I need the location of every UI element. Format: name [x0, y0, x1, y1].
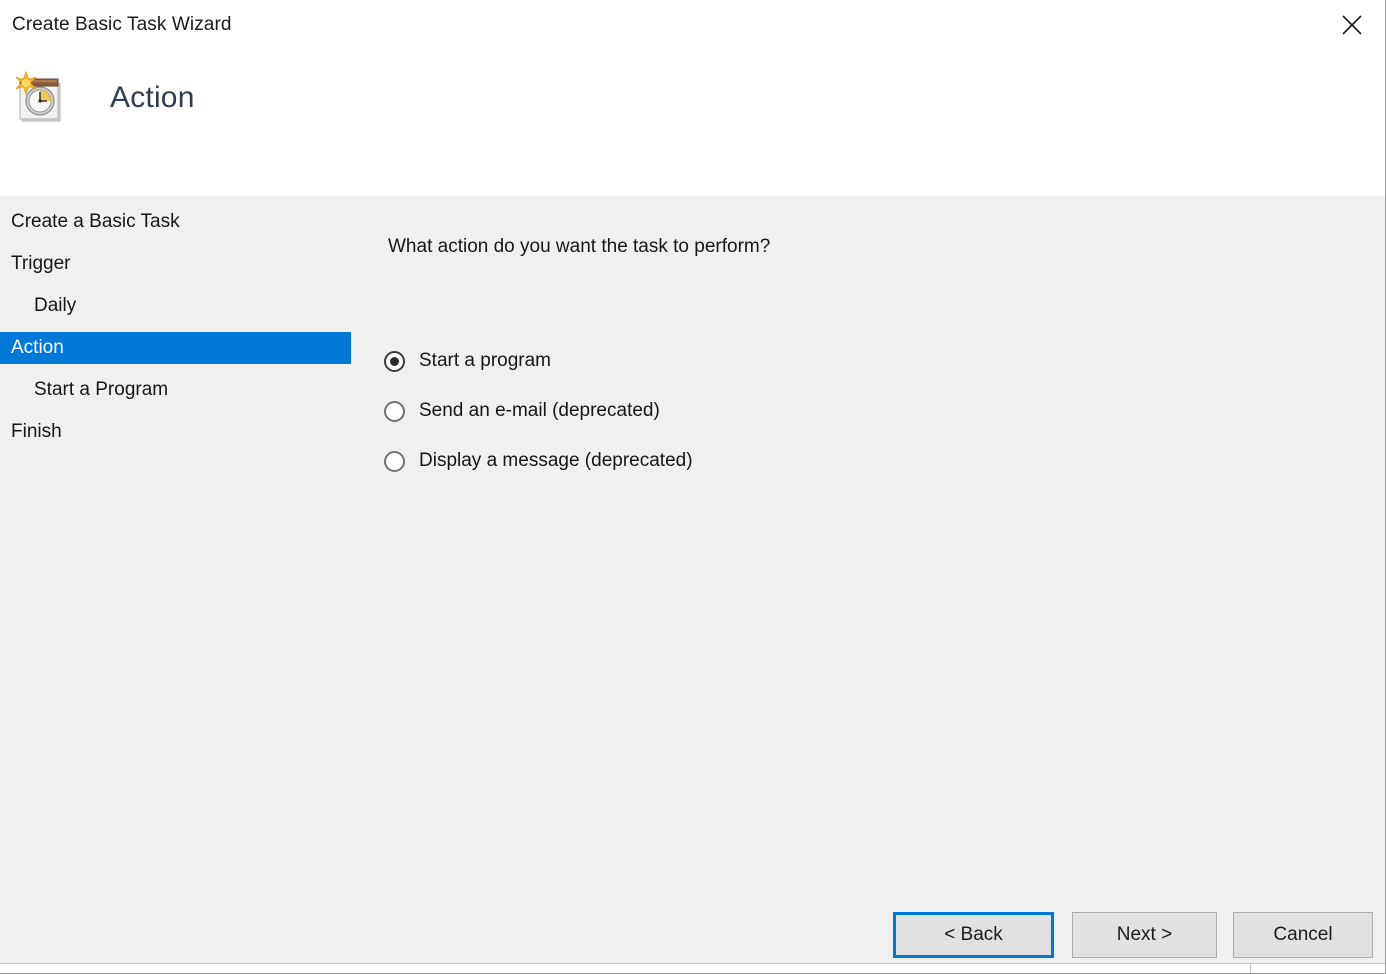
radio-button-icon	[384, 400, 405, 422]
sidebar-item-label: Start a Program	[34, 379, 169, 400]
radio-option-send-an-email[interactable]: Send an e-mail (deprecated)	[384, 386, 1084, 436]
back-button[interactable]: < Back	[893, 912, 1054, 958]
radio-option-start-a-program[interactable]: Start a program	[384, 336, 1084, 386]
sidebar-item-finish[interactable]: Finish	[0, 416, 351, 448]
sidebar-item-label: Create a Basic Task	[11, 211, 180, 232]
next-button[interactable]: Next >	[1072, 912, 1217, 958]
sidebar-item-label: Daily	[34, 295, 77, 316]
sidebar-item-trigger[interactable]: Trigger	[0, 248, 351, 280]
radio-option-display-a-message[interactable]: Display a message (deprecated)	[384, 436, 1084, 486]
action-radio-group: Start a program Send an e-mail (deprecat…	[384, 336, 1084, 486]
sidebar-item-start-a-program[interactable]: Start a Program	[0, 374, 351, 406]
bottom-divider-tick	[1250, 963, 1251, 973]
radio-button-icon	[384, 350, 405, 372]
wizard-main-panel: What action do you want the task to perf…	[360, 196, 1385, 963]
title-bar: Create Basic Task Wizard	[0, 0, 1385, 56]
radio-option-label: Send an e-mail (deprecated)	[419, 400, 660, 421]
sidebar-item-label: Finish	[11, 421, 62, 442]
wizard-body: Create a Basic Task Trigger Daily Action…	[0, 196, 1385, 963]
sidebar-item-action[interactable]: Action	[0, 332, 351, 364]
sidebar-item-label: Trigger	[11, 253, 71, 274]
wizard-step-list: Create a Basic Task Trigger Daily Action…	[0, 196, 360, 963]
bottom-strip	[0, 964, 1385, 973]
cancel-button[interactable]: Cancel	[1233, 912, 1373, 958]
radio-option-label: Start a program	[419, 350, 551, 371]
create-basic-task-wizard-window: Create Basic Task Wizard Action Create a…	[0, 0, 1386, 974]
window-title: Create Basic Task Wizard	[12, 14, 232, 35]
radio-option-label: Display a message (deprecated)	[419, 450, 693, 471]
sidebar-item-create-a-basic-task[interactable]: Create a Basic Task	[0, 206, 351, 238]
sidebar-item-label: Action	[11, 337, 64, 358]
question-label: What action do you want the task to perf…	[388, 236, 771, 257]
sidebar-item-daily[interactable]: Daily	[0, 290, 351, 322]
close-icon[interactable]	[1320, 0, 1384, 50]
bottom-divider	[0, 963, 1385, 964]
page-title: Action	[110, 81, 195, 114]
radio-button-icon	[384, 450, 405, 472]
task-scheduler-wizard-icon	[12, 69, 70, 127]
wizard-header: Action	[0, 56, 1385, 196]
